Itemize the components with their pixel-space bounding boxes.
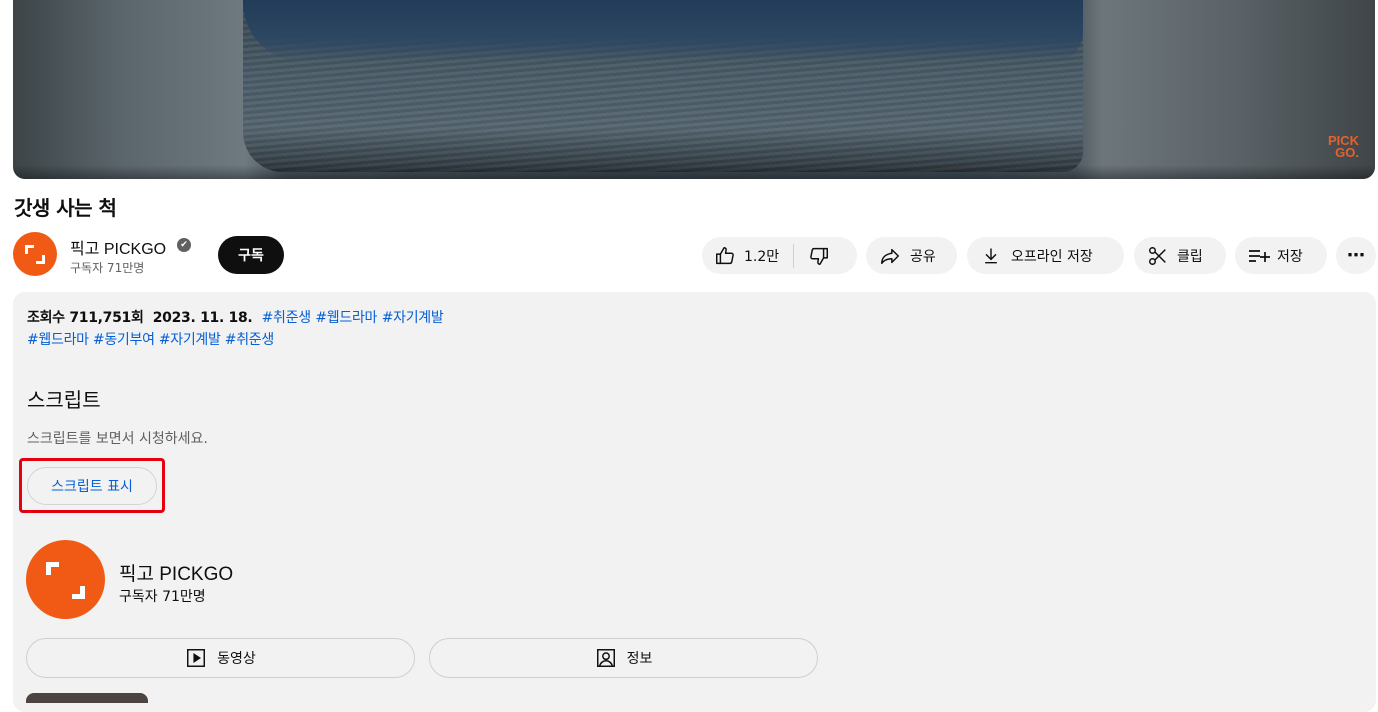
video-thumbnail[interactable] [26,693,148,703]
like-button[interactable]: 1.2만 [714,243,795,268]
offline-save-button[interactable]: 오프라인 저장 [967,237,1124,274]
share-arrow-icon [881,248,899,264]
view-count: 조회수 711,751회 [27,310,144,326]
channel-card-subscribers: 구독자 71만명 [119,589,206,605]
like-count: 1.2만 [744,248,780,265]
video-metadata: 조회수 711,751회 2023. 11. 18. #취준생 #웹드라마 #자… [27,307,444,327]
channel-avatar[interactable] [13,232,57,276]
thumbs-up-icon [716,246,734,264]
description-hashtags: #웹드라마 #동기부여 #자기계발 #취준생 [27,329,274,349]
subscribe-button[interactable]: 구독 [218,236,284,274]
description-panel[interactable]: 조회수 711,751회 2023. 11. 18. #취준생 #웹드라마 #자… [13,292,1376,712]
share-label: 공유 [910,248,936,265]
person-profile-icon [596,649,615,667]
save-label: 저장 [1277,248,1303,265]
hashtag-link[interactable]: #자기계발 [159,332,221,348]
channel-videos-label: 동영상 [217,651,256,667]
show-transcript-button[interactable]: 스크립트 표시 [27,467,157,505]
channel-watermark: PICK GO. [1327,133,1359,160]
more-actions-button[interactable]: ⋯ [1336,237,1376,274]
hashtag-link[interactable]: #취준생 [225,332,274,348]
clip-label: 클립 [1177,248,1203,265]
thumbs-down-icon [810,247,829,265]
hashtag-link[interactable]: #웹드라마 [27,332,89,348]
video-player[interactable]: PICK GO. [13,0,1375,179]
hashtag-link[interactable]: #자기계발 [382,310,444,326]
offline-save-label: 오프라인 저장 [1011,248,1093,265]
video-play-icon [187,649,206,667]
verified-badge-icon: ✔ [177,238,191,252]
scissors-icon [1149,246,1166,265]
transcript-subtext: 스크립트를 보면서 시청하세요. [27,431,208,447]
hashtag-link[interactable]: #웹드라마 [315,310,377,326]
channel-videos-button[interactable]: 동영상 [26,638,415,678]
video-frame-blanket [243,0,1083,62]
video-title: 갓생 사는 척 [14,196,117,220]
share-button[interactable]: 공유 [866,237,957,274]
channel-about-label: 정보 [626,651,653,667]
clip-button[interactable]: 클립 [1134,237,1226,274]
hashtag-link[interactable]: #취준생 [262,310,311,326]
save-to-playlist-button[interactable]: 저장 [1235,237,1327,274]
dislike-button[interactable] [794,245,830,267]
channel-name[interactable]: 픽고 PICKGO [70,235,166,259]
upload-date: 2023. 11. 18. [152,310,253,326]
channel-about-button[interactable]: 정보 [429,638,818,678]
download-icon [985,248,997,263]
subscriber-count: 구독자 71만명 [70,261,145,275]
channel-card-avatar[interactable] [26,540,105,619]
more-icon: ⋯ [1347,245,1365,266]
playlist-add-icon [1249,249,1270,262]
hashtag-link[interactable]: #동기부여 [93,332,155,348]
transcript-heading: 스크립트 [27,388,101,412]
channel-card-name[interactable]: 픽고 PICKGO [119,559,233,586]
like-dislike-group: 1.2만 [702,237,857,274]
